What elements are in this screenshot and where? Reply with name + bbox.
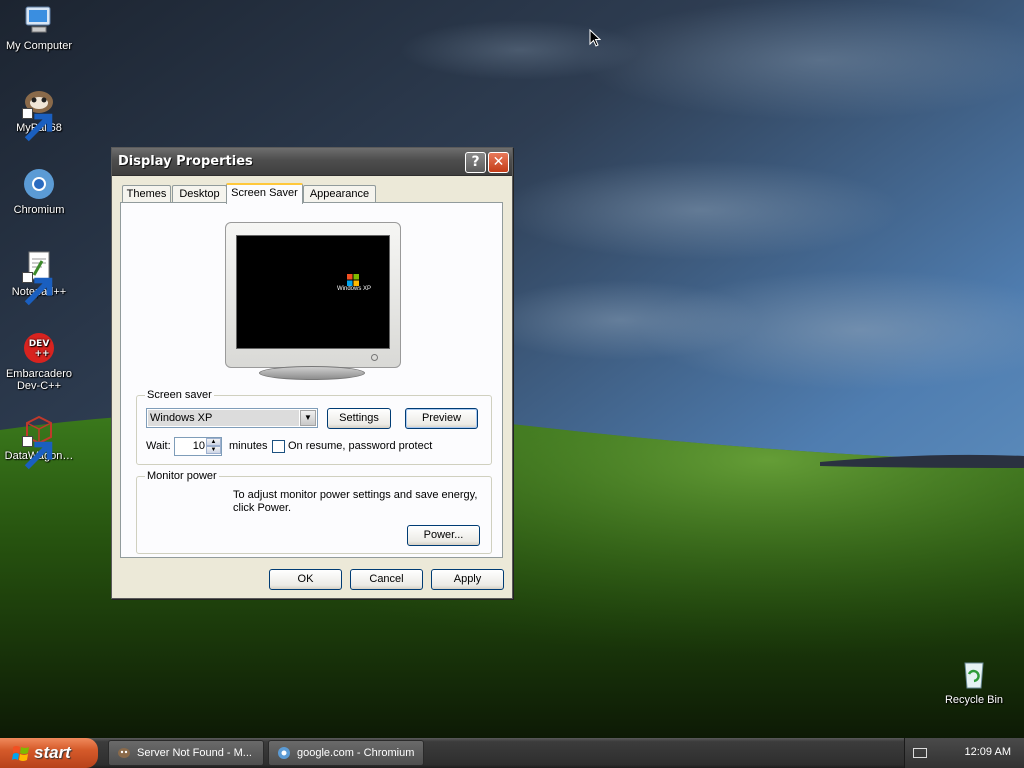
- monitor-frame: Windows XP: [225, 222, 401, 368]
- power-led: [371, 354, 378, 361]
- cancel-button[interactable]: Cancel: [350, 569, 423, 590]
- close-button[interactable]: ✕: [488, 152, 509, 173]
- monitor-power-group: Monitor power To adjust monitor power se…: [136, 470, 492, 554]
- chevron-down-icon[interactable]: ▼: [300, 410, 316, 426]
- tab-appearance[interactable]: Appearance: [303, 185, 376, 203]
- help-button[interactable]: ?: [465, 152, 486, 173]
- mypal-icon: [22, 85, 56, 142]
- mouse-cursor-icon: [589, 29, 601, 47]
- keyboard-icon[interactable]: [913, 748, 927, 758]
- screen-saver-select[interactable]: Windows XP ▼: [146, 408, 318, 428]
- desktop-icon-my-computer[interactable]: My Computer: [0, 3, 78, 52]
- screen-saver-group-label: Screen saver: [145, 389, 214, 401]
- spin-up-icon[interactable]: ▲: [206, 438, 221, 446]
- windows-xp-logo: Windows XP: [337, 274, 371, 298]
- monitor-preview: Windows XP: [225, 222, 401, 380]
- desktop-icon-label-line1: Embarcadero: [5, 368, 73, 380]
- desktop-icon-recycle-bin[interactable]: Recycle Bin: [935, 657, 1013, 706]
- desktop-icon-label-line2: Dev-C++: [16, 380, 62, 392]
- apply-button[interactable]: Apply: [431, 569, 504, 590]
- dev-cpp-icon: DEV ++: [22, 331, 56, 365]
- start-button[interactable]: start: [0, 738, 98, 768]
- preview-screen: Windows XP: [236, 235, 390, 349]
- shortcut-arrow-icon: [22, 272, 53, 306]
- desktop-icon-mypal[interactable]: MyPal 68: [0, 85, 78, 142]
- preview-logo-text: Windows XP: [337, 286, 372, 292]
- desktop-icon-datawagon[interactable]: DataWagon…: [0, 413, 78, 470]
- preview-button[interactable]: Preview: [405, 408, 478, 429]
- desktop-icon-label: Chromium: [13, 204, 65, 216]
- taskbar-item-mypal[interactable]: Server Not Found - M...: [108, 740, 264, 766]
- shortcut-arrow-icon: [22, 436, 53, 470]
- chromium-icon: [278, 747, 290, 759]
- windows-flag-icon: [347, 274, 359, 286]
- monitor-stand: [259, 366, 365, 380]
- shortcut-arrow-icon: [22, 108, 53, 142]
- screen-saver-group: Screen saver Windows XP ▼ Settings Previ…: [136, 389, 492, 465]
- windows-flag-icon: [12, 746, 29, 761]
- tab-desktop[interactable]: Desktop: [172, 185, 227, 203]
- dialog-titlebar[interactable]: Display Properties ? ✕: [112, 148, 512, 176]
- mypal-icon: [118, 748, 130, 758]
- tab-screen-saver[interactable]: Screen Saver: [226, 183, 303, 204]
- taskbar-item-label: google.com - Chromium: [297, 747, 415, 759]
- dialog-title: Display Properties: [118, 154, 253, 169]
- spin-down-icon[interactable]: ▼: [206, 446, 221, 454]
- wait-minutes-value: 10: [192, 440, 205, 452]
- display-properties-dialog: Display Properties ? ✕ Themes Desktop Sc…: [111, 147, 513, 599]
- password-protect-label[interactable]: On resume, password protect: [288, 440, 432, 452]
- system-tray: 12:09 AM: [904, 738, 1024, 768]
- settings-button[interactable]: Settings: [327, 408, 391, 429]
- taskbar: start Server Not Found - M... google.com…: [0, 738, 1024, 768]
- tab-themes[interactable]: Themes: [122, 185, 171, 203]
- wait-minutes-spinner[interactable]: 10 ▲ ▼: [174, 437, 222, 456]
- spinner-arrows[interactable]: ▲ ▼: [206, 438, 221, 455]
- start-label: start: [34, 743, 71, 762]
- svg-text:DEV: DEV: [29, 339, 50, 349]
- taskbar-item-label: Server Not Found - M...: [137, 747, 252, 759]
- my-computer-icon: [22, 3, 56, 37]
- screen-saver-selected-value: Windows XP: [148, 410, 299, 426]
- desktop-icon-dev-cpp[interactable]: DEV ++ Embarcadero Dev-C++: [0, 331, 78, 392]
- wait-label: Wait:: [146, 440, 171, 452]
- chromium-icon: [22, 167, 56, 201]
- clock[interactable]: 12:09 AM: [965, 746, 1011, 758]
- screen-saver-panel: Windows XP Screen saver Windows XP ▼ Set…: [120, 202, 503, 558]
- notepad-plus-plus-icon: [22, 249, 56, 306]
- ok-button[interactable]: OK: [269, 569, 342, 590]
- monitor-power-description: To adjust monitor power settings and sav…: [233, 489, 478, 514]
- power-button[interactable]: Power...: [407, 525, 480, 546]
- minutes-label: minutes: [229, 440, 268, 452]
- recycle-bin-icon: [957, 657, 991, 691]
- desktop-icon-chromium[interactable]: Chromium: [0, 167, 78, 216]
- password-protect-checkbox[interactable]: [272, 440, 285, 453]
- desktop-icon-label: My Computer: [5, 40, 73, 52]
- desktop-icon-notepad-plus-plus[interactable]: Notepad++: [0, 249, 78, 306]
- monitor-power-group-label: Monitor power: [145, 470, 219, 482]
- datawagon-icon: [22, 413, 56, 470]
- svg-text:++: ++: [34, 349, 49, 359]
- taskbar-item-chromium[interactable]: google.com - Chromium: [268, 740, 424, 766]
- desktop-icon-label: Recycle Bin: [944, 694, 1004, 706]
